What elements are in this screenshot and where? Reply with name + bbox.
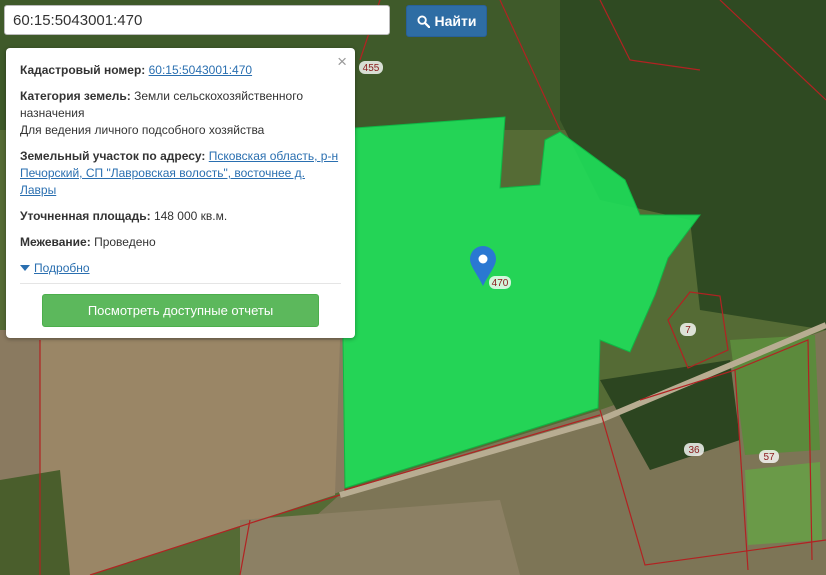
search-button-label: Найти: [434, 13, 477, 29]
cadastral-number-label: Кадастровый номер:: [20, 63, 146, 77]
parcel-label-455: 455: [363, 63, 380, 74]
divider: [20, 283, 341, 284]
close-icon[interactable]: ×: [337, 53, 347, 71]
details-toggle[interactable]: Подробно: [20, 261, 341, 275]
view-reports-button[interactable]: Посмотреть доступные отчеты: [42, 294, 319, 327]
parcel-label-57: 57: [763, 452, 775, 463]
address-row: Земельный участок по адресу: Псковская о…: [20, 148, 341, 199]
land-use-value: Для ведения личного подсобного хозяйства: [20, 123, 265, 137]
area-value: 148 000 кв.м.: [153, 209, 228, 223]
land-category-label: Категория земель:: [20, 89, 131, 103]
area-label: Уточненная площадь:: [20, 209, 151, 223]
parcel-label-470: 470: [492, 278, 509, 289]
area-row: Уточненная площадь: 148 000 кв.м.: [20, 208, 341, 225]
survey-label: Межевание:: [20, 235, 91, 249]
survey-value: Проведено: [94, 235, 156, 249]
parcel-label-36: 36: [688, 445, 700, 456]
parcel-label-7: 7: [685, 325, 691, 336]
cadastral-number-link[interactable]: 60:15:5043001:470: [149, 63, 252, 77]
survey-row: Межевание: Проведено: [20, 234, 341, 251]
address-label: Земельный участок по адресу:: [20, 149, 206, 163]
caret-down-icon: [20, 265, 30, 271]
search-input[interactable]: [4, 5, 390, 35]
details-link[interactable]: Подробно: [34, 261, 90, 275]
search-button[interactable]: Найти: [406, 5, 487, 37]
cadastral-number-row: Кадастровый номер: 60:15:5043001:470: [20, 62, 341, 79]
search-icon: [416, 14, 430, 28]
land-category-row: Категория земель: Земли сельскохозяйстве…: [20, 88, 341, 139]
parcel-info-popup: × Кадастровый номер: 60:15:5043001:470 К…: [6, 48, 355, 338]
